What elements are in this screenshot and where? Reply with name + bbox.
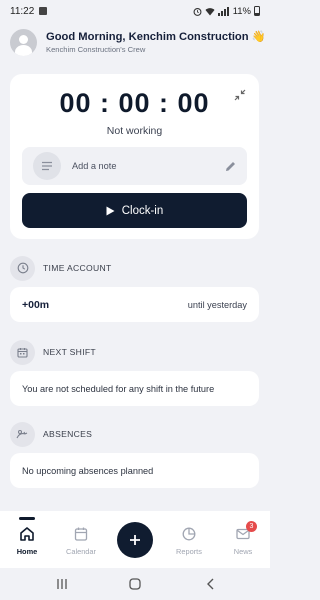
absences-card[interactable]: No upcoming absences planned <box>10 453 259 488</box>
time-account-title: TIME ACCOUNT <box>43 263 112 273</box>
pencil-icon[interactable] <box>224 160 237 173</box>
work-status: Not working <box>106 125 163 137</box>
time-account-value: +00m <box>22 298 50 311</box>
add-note-placeholder: Add a note <box>72 161 117 171</box>
avatar[interactable] <box>10 28 37 56</box>
collapse-icon[interactable] <box>233 88 247 102</box>
next-shift-header: NEXT SHIFT <box>10 339 96 365</box>
home-button-icon[interactable] <box>128 577 142 591</box>
nav-calendar-label: Calendar <box>66 547 96 556</box>
time-account-card[interactable]: +00m until yesterday <box>10 287 259 322</box>
system-navigation-bar <box>0 568 270 600</box>
status-right: 11% <box>193 6 260 17</box>
clock-in-label: Clock-in <box>121 204 164 217</box>
pie-chart-icon <box>182 527 196 541</box>
nav-news-label: News <box>233 547 253 556</box>
calendar-icon <box>74 527 88 541</box>
status-left: 11:22 <box>10 5 48 17</box>
wifi-icon <box>205 7 215 15</box>
clock-icon <box>10 255 35 281</box>
recent-apps-icon[interactable] <box>55 577 69 591</box>
next-shift-message: You are not scheduled for any shift in t… <box>22 383 215 394</box>
absences-header: ABSENCES <box>10 421 92 447</box>
back-icon[interactable] <box>204 577 218 591</box>
next-shift-card[interactable]: You are not scheduled for any shift in t… <box>10 371 259 406</box>
news-badge: 3 <box>246 521 257 532</box>
absences-title: ABSENCES <box>43 429 93 439</box>
status-time: 11:22 <box>10 5 35 17</box>
battery-icon <box>254 6 260 16</box>
nav-home[interactable]: Home <box>0 511 54 568</box>
alarm-icon <box>193 7 202 16</box>
absences-message: No upcoming absences planned <box>22 465 154 476</box>
nav-reports[interactable]: Reports <box>162 511 216 568</box>
image-notification-icon <box>39 7 48 15</box>
active-tab-indicator <box>19 517 35 520</box>
greeting-text: Good Morning, Kenchim Construction 👋 <box>46 31 266 43</box>
calendar-icon <box>10 339 35 365</box>
note-icon <box>33 152 61 180</box>
next-shift-title: NEXT SHIFT <box>43 347 96 357</box>
crew-name: Kenchim Construction's Crew <box>46 45 146 54</box>
nav-home-label: Home <box>16 547 38 556</box>
nav-news[interactable]: 3 News <box>216 511 270 568</box>
play-icon <box>106 206 115 215</box>
header-text: Good Morning, Kenchim Construction 👋 Ken… <box>46 30 266 54</box>
time-account-note: until yesterday <box>187 299 247 310</box>
status-bar: 11:22 11% <box>0 0 270 22</box>
add-note-field[interactable]: Add a note <box>22 147 247 185</box>
add-button[interactable] <box>117 522 153 558</box>
nav-reports-label: Reports <box>176 547 202 556</box>
plus-icon <box>130 535 140 545</box>
greeting-header: Good Morning, Kenchim Construction 👋 Ken… <box>10 26 266 58</box>
battery-percent: 11% <box>232 5 251 17</box>
home-icon <box>20 527 34 541</box>
clock-in-button[interactable]: Clock-in <box>22 193 247 228</box>
nav-calendar[interactable]: Calendar <box>54 511 108 568</box>
signal-icon <box>217 6 229 16</box>
time-account-header: TIME ACCOUNT <box>10 255 112 281</box>
timer-display: 00 : 00 : 00 <box>59 88 210 118</box>
timer-card: 00 : 00 : 00 Not working Add a note Cloc… <box>10 74 259 239</box>
absence-icon <box>10 421 35 447</box>
